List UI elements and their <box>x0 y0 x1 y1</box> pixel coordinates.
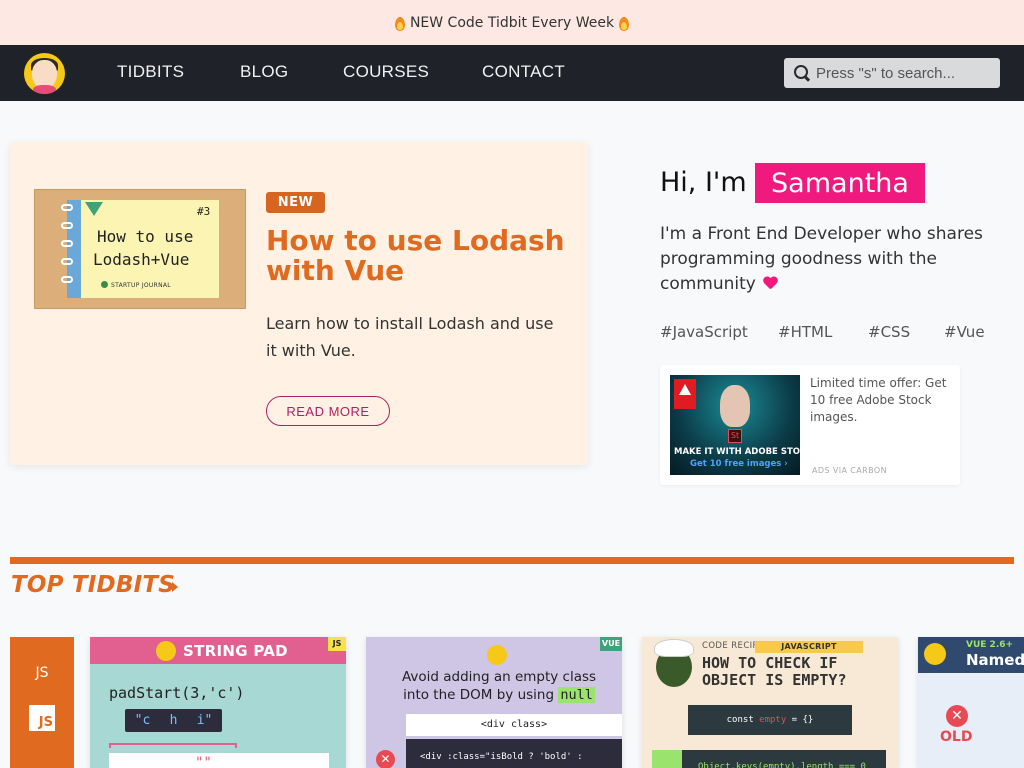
logo-avatar[interactable] <box>24 53 65 94</box>
avatar-icon <box>487 645 507 665</box>
fire-icon <box>394 15 406 31</box>
avatar-icon <box>156 641 176 661</box>
heart-icon <box>763 277 777 291</box>
author-bio: I'm a Front End Developer who shares pro… <box>660 224 983 294</box>
section-title[interactable]: TOP TIDBITS <box>11 572 175 598</box>
search-icon <box>794 65 810 81</box>
author-name: Samantha <box>755 163 925 203</box>
search-box[interactable] <box>784 58 1000 88</box>
startup-journal-icon <box>101 281 108 288</box>
read-more-button[interactable]: READ MORE <box>266 396 390 426</box>
category-tab-js[interactable]: JS JS <box>10 637 74 768</box>
chevron-right-icon <box>172 582 178 592</box>
tag-css[interactable]: #CSS <box>868 323 910 341</box>
search-input[interactable] <box>816 64 996 82</box>
adobe-logo-icon <box>674 379 696 409</box>
close-icon: ✕ <box>946 705 968 727</box>
nav-link-blog[interactable]: BLOG <box>240 62 288 82</box>
fire-icon <box>618 15 630 31</box>
tag-html[interactable]: #HTML <box>778 323 832 341</box>
tag-vue[interactable]: #Vue <box>944 323 985 341</box>
tidbit-card-object-empty[interactable]: CODE RECIPE JAVASCRIPT HOW TO CHECK IF OB… <box>642 637 898 768</box>
nav-link-contact[interactable]: CONTACT <box>482 62 565 82</box>
nav-link-tidbits[interactable]: TIDBITS <box>117 62 184 82</box>
ad-text[interactable]: Limited time offer: Get 10 free Adobe St… <box>810 375 955 426</box>
adobe-stock-icon: St <box>728 429 742 443</box>
featured-post-thumbnail[interactable]: #3 How to use Lodash+Vue STARTUP JOURNAL <box>34 189 246 309</box>
ad-image[interactable]: St MAKE IT WITH ADOBE STOCK. Get 10 free… <box>670 375 800 475</box>
new-badge: NEW <box>266 192 325 213</box>
tidbit-card-named-slots[interactable]: VUE 2.6+ Named ✕ OLD <box>918 637 1024 768</box>
featured-post-description: Learn how to install Lodash and use it w… <box>266 314 554 360</box>
js-icon: JS <box>29 705 55 731</box>
featured-post-title[interactable]: How to use Lodash with Vue <box>266 226 566 286</box>
announcement-text: NEW Code Tidbit Every Week <box>409 14 615 31</box>
tidbit-card-string-pad[interactable]: STRING PAD JS padStart(3,'c') "c h i" "" <box>90 637 346 768</box>
announcement-bar: NEW Code Tidbit Every Week <box>0 0 1024 45</box>
greeting: Hi, I'm <box>660 167 747 198</box>
tidbit-card-empty-class[interactable]: VUE Avoid adding an empty class into the… <box>366 637 622 768</box>
section-divider <box>10 557 1014 564</box>
tag-javascript[interactable]: #JavaScript <box>660 323 748 341</box>
ad-attribution[interactable]: ADS VIA CARBON <box>812 466 887 475</box>
avatar-icon <box>924 643 946 665</box>
close-icon: ✕ <box>376 750 395 768</box>
nav-link-courses[interactable]: COURSES <box>343 62 429 82</box>
